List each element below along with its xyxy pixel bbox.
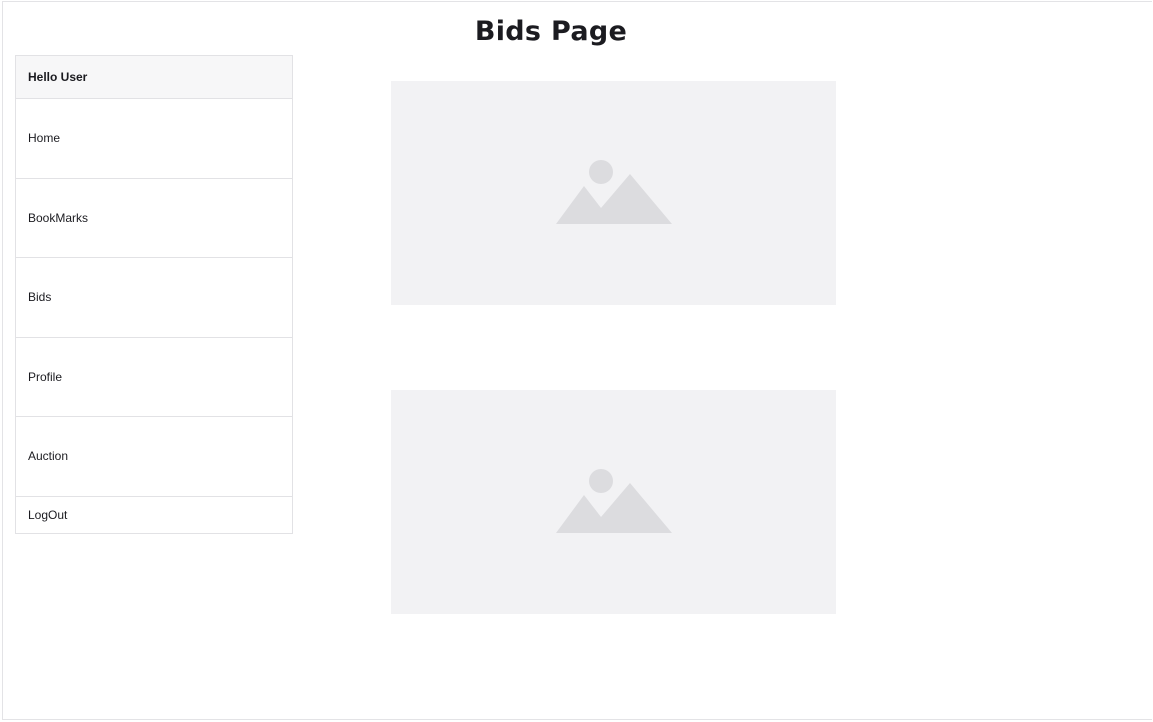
sidebar-item-bookmarks[interactable]: BookMarks	[16, 179, 292, 258]
sidebar-item-auction[interactable]: Auction	[16, 417, 292, 497]
bid-image-2	[391, 390, 836, 614]
sidebar-item-logout[interactable]: LogOut	[16, 497, 292, 533]
app-frame: Bids Page Hello User Home BookMarks Bids…	[2, 1, 1152, 720]
sidebar-greeting: Hello User	[16, 56, 292, 99]
sidebar-item-profile[interactable]: Profile	[16, 338, 292, 417]
image-placeholder-icon	[555, 160, 672, 224]
page-title: Bids Page	[474, 16, 628, 47]
bid-image-1	[391, 81, 836, 305]
sidebar-item-bids[interactable]: Bids	[16, 258, 292, 338]
sidebar: Hello User Home BookMarks Bids Profile A…	[15, 55, 293, 534]
image-placeholder-icon	[555, 469, 672, 533]
sidebar-item-home[interactable]: Home	[16, 99, 292, 179]
